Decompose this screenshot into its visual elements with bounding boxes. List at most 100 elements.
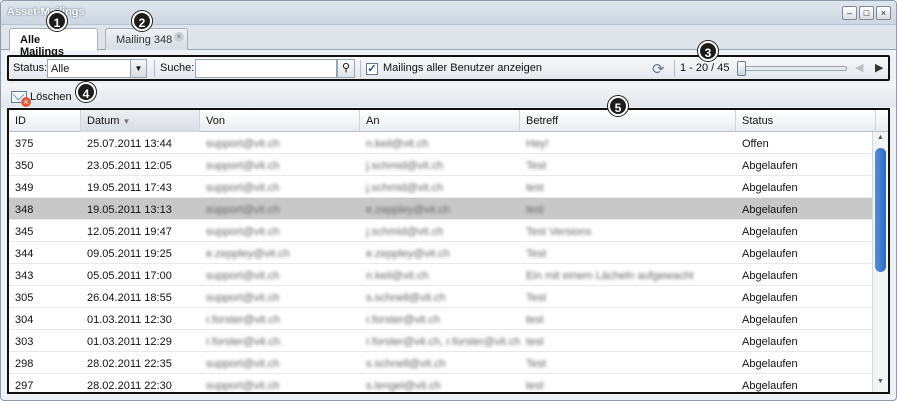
minimize-icon[interactable]: – <box>842 6 857 20</box>
to-cell: r.forster@vit.ch <box>366 314 441 326</box>
search-input[interactable] <box>195 59 337 78</box>
tab-label: Mailing 348 <box>116 34 173 46</box>
callout-5: 5 <box>608 96 628 116</box>
column-header-an[interactable]: An <box>360 110 520 132</box>
from-cell: support@vit.ch <box>206 138 280 150</box>
status-cell: Abgelaufen <box>742 226 798 238</box>
previous-page-icon[interactable]: ◀ <box>855 61 863 74</box>
status-cell: Abgelaufen <box>742 380 798 392</box>
from-cell: r.forster@vit.ch <box>206 314 281 326</box>
table-row[interactable]: 344 09.05.2011 19:25 e.zeppley@vit.ch e.zep… <box>9 242 872 264</box>
id-cell: 303 <box>15 336 34 348</box>
show-all-users-label: Mailings aller Benutzer anzeigen <box>383 62 542 74</box>
scroll-up-icon[interactable]: ▲ <box>873 134 888 146</box>
delete-button[interactable]: Löschen <box>11 88 72 107</box>
to-cell: e.zeppley@vit.ch <box>366 248 450 260</box>
vertical-scrollbar[interactable]: ▲ ▼ <box>872 132 888 392</box>
refresh-icon[interactable]: ⟳ <box>652 60 665 78</box>
table-row[interactable]: 305 26.04.2011 18:55 support@vit.ch s.schne… <box>9 286 872 308</box>
id-cell: 344 <box>15 248 34 260</box>
date-cell: 01.03.2011 12:29 <box>87 336 172 348</box>
table-row[interactable]: 343 05.05.2011 17:00 support@vit.ch n.keil@… <box>9 264 872 286</box>
subject-cell: test <box>526 314 544 326</box>
subject-cell: test <box>526 336 544 348</box>
subject-cell: test <box>526 380 544 392</box>
date-cell: 01.03.2011 12:30 <box>87 314 172 326</box>
to-cell: n.keil@vit.ch <box>366 270 429 282</box>
table-row[interactable]: 350 23.05.2011 12:05 support@vit.ch j.schmi… <box>9 154 872 176</box>
table-row[interactable]: 304 01.03.2011 12:30 r.forster@vit.ch r.for… <box>9 308 872 330</box>
from-cell: support@vit.ch <box>206 380 280 392</box>
from-cell: support@vit.ch <box>206 292 280 304</box>
page-slider[interactable] <box>737 66 847 71</box>
to-cell: e.zeppley@vit.ch <box>366 204 450 216</box>
to-cell: s.schnell@vit.ch <box>366 292 446 304</box>
from-cell: support@vit.ch <box>206 204 280 216</box>
subject-cell: Hey! <box>526 138 549 150</box>
table-row[interactable]: 345 12.05.2011 19:47 support@vit.ch j.schmi… <box>9 220 872 242</box>
subject-cell: Test Versions <box>526 226 592 238</box>
delete-label: Löschen <box>30 90 72 103</box>
status-cell: Abgelaufen <box>742 292 798 304</box>
grid-rows: 375 25.07.2011 13:44 support@vit.ch n.keil@… <box>9 132 872 392</box>
to-cell: s.schnell@vit.ch <box>366 358 446 370</box>
status-cell: Abgelaufen <box>742 270 798 282</box>
column-header-id[interactable]: ID <box>9 110 81 132</box>
page-slider-thumb[interactable] <box>737 61 746 76</box>
tab-alle-mailings[interactable]: Alle Mailings <box>9 28 98 58</box>
subject-cell: Test <box>526 160 547 172</box>
date-cell: 28.02.2011 22:30 <box>87 380 172 392</box>
next-page-icon[interactable]: ▶ <box>875 61 883 74</box>
subject-cell: Test <box>526 248 547 260</box>
column-header-betreff[interactable]: Betreff <box>520 110 736 132</box>
tab-mailing-348[interactable]: Mailing 348 × <box>105 28 188 50</box>
column-header-von[interactable]: Von <box>200 110 360 132</box>
id-cell: 305 <box>15 292 34 304</box>
date-cell: 25.07.2011 13:44 <box>87 138 172 150</box>
date-cell: 26.04.2011 18:55 <box>87 292 172 304</box>
mail-delete-icon <box>11 90 31 107</box>
table-row[interactable]: 348 19.05.2011 13:13 support@vit.ch e.zeppl… <box>9 198 872 220</box>
table-row[interactable]: 349 19.05.2011 17:43 support@vit.ch j.schmi… <box>9 176 872 198</box>
subject-cell: Test <box>526 358 547 370</box>
from-cell: support@vit.ch <box>206 226 280 238</box>
date-cell: 23.05.2011 12:05 <box>87 160 172 172</box>
column-header-status[interactable]: Status <box>736 110 876 132</box>
to-cell: j.schmid@vit.ch <box>366 182 444 194</box>
date-cell: 28.02.2011 22:35 <box>87 358 172 370</box>
from-cell: e.zeppley@vit.ch <box>206 248 290 260</box>
id-cell: 348 <box>15 204 34 216</box>
filter-toolbar: Status: Alle ▼ Suche: ⚲ ✓ Mailings aller… <box>7 55 890 81</box>
date-cell: 12.05.2011 19:47 <box>87 226 172 238</box>
id-cell: 304 <box>15 314 34 326</box>
search-label: Suche: <box>160 62 195 74</box>
table-row[interactable]: 297 28.02.2011 22:30 support@vit.ch s.lenge… <box>9 374 872 392</box>
status-cell: Abgelaufen <box>742 182 798 194</box>
show-all-users-checkbox[interactable]: ✓ <box>366 63 378 75</box>
to-cell: r.forster@vit.ch, r.forster@vit.ch <box>366 336 521 348</box>
table-row[interactable]: 375 25.07.2011 13:44 support@vit.ch n.keil@… <box>9 132 872 154</box>
scroll-down-icon[interactable]: ▼ <box>873 378 888 390</box>
from-cell: support@vit.ch <box>206 358 280 370</box>
table-row[interactable]: 298 28.02.2011 22:35 support@vit.ch s.schne… <box>9 352 872 374</box>
chevron-down-icon[interactable]: ▼ <box>130 60 146 77</box>
asset-mailings-window: Asset-Mailings – □ × Alle Mailings Maili… <box>0 0 897 401</box>
mailings-grid: ID Datum ▼ Von An Betreff Status 375 25.0… <box>7 108 890 394</box>
status-select[interactable]: Alle ▼ <box>47 59 147 78</box>
action-bar: Löschen <box>1 84 896 107</box>
callout-1: 1 <box>47 11 67 31</box>
table-row[interactable]: 303 01.03.2011 12:29 r.forster@vit.ch r.for… <box>9 330 872 352</box>
sort-descending-icon: ▼ <box>122 117 131 126</box>
from-cell: support@vit.ch <box>206 160 280 172</box>
status-cell: Abgelaufen <box>742 248 798 260</box>
to-cell: s.lengel@vit.ch <box>366 380 441 392</box>
date-cell: 19.05.2011 13:13 <box>87 204 172 216</box>
id-cell: 350 <box>15 160 34 172</box>
maximize-icon[interactable]: □ <box>859 6 874 20</box>
scrollbar-thumb[interactable] <box>875 148 886 272</box>
subject-cell: test <box>526 182 544 194</box>
column-header-datum[interactable]: Datum ▼ <box>81 110 200 132</box>
search-icon[interactable]: ⚲ <box>337 59 355 78</box>
tab-close-icon[interactable]: × <box>174 32 184 42</box>
close-icon[interactable]: × <box>876 6 891 20</box>
